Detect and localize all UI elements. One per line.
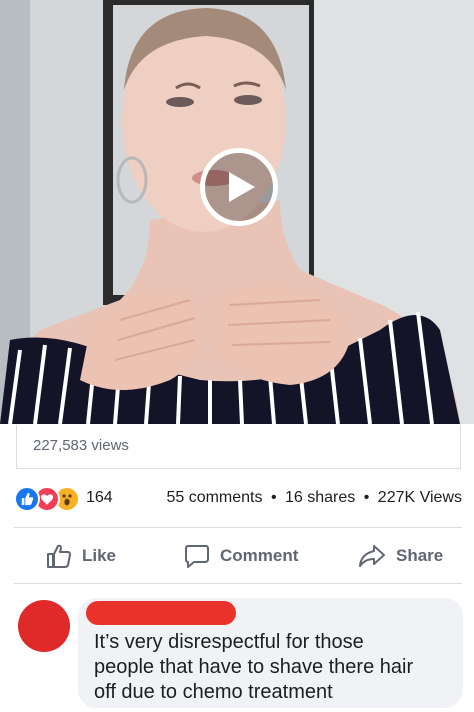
comment-button[interactable]: Comment bbox=[184, 543, 298, 569]
share-arrow-icon bbox=[359, 545, 385, 567]
shares-count-link[interactable]: 16 shares bbox=[285, 489, 355, 506]
comment-icon bbox=[185, 545, 209, 568]
comment-label: Comment bbox=[220, 546, 299, 565]
comment-bubble: It’s very disrespectful for those people… bbox=[78, 598, 463, 708]
divider bbox=[14, 583, 462, 584]
like-button[interactable]: Like bbox=[46, 543, 116, 569]
post-action-bar: Like Comment Share bbox=[0, 535, 474, 581]
comments-count-link[interactable]: 55 comments bbox=[166, 489, 262, 506]
engagement-stats: 55 comments • 16 shares • 227K Views bbox=[166, 489, 462, 507]
separator-dot: • bbox=[270, 489, 277, 506]
comment-text: It’s very disrespectful for those people… bbox=[94, 631, 414, 703]
reaction-count[interactable]: 164 bbox=[86, 489, 113, 507]
views-count: 227K Views bbox=[377, 489, 462, 506]
separator-dot: • bbox=[363, 489, 370, 506]
avatar[interactable] bbox=[18, 600, 70, 652]
thumbs-up-icon bbox=[47, 544, 71, 568]
video-views-panel: 227,583 views bbox=[16, 425, 461, 469]
like-label: Like bbox=[82, 546, 117, 565]
play-icon bbox=[229, 172, 255, 202]
share-button[interactable]: Share bbox=[358, 543, 443, 569]
video-view-count: 227,583 views bbox=[33, 437, 129, 454]
redacted-commenter-name bbox=[86, 601, 236, 625]
video-player[interactable] bbox=[0, 0, 474, 424]
reactions-summary[interactable]: 164 55 comments • 16 shares • 227K Views bbox=[0, 480, 474, 518]
divider bbox=[14, 527, 462, 528]
reaction-icons[interactable] bbox=[14, 486, 82, 512]
play-button[interactable] bbox=[200, 148, 278, 226]
share-label: Share bbox=[396, 546, 444, 565]
like-reaction-icon bbox=[14, 486, 40, 512]
